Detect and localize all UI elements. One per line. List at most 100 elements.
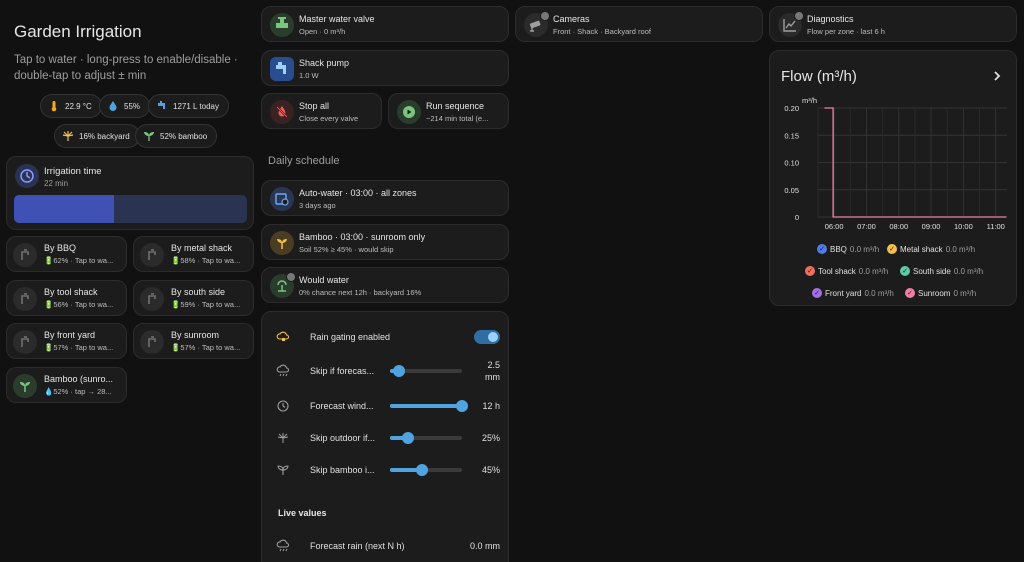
shack-pump-tile[interactable]: Shack pump 1.0 W [261,50,509,86]
irrigation-time-card[interactable]: Irrigation time 22 min [6,156,254,230]
chip-temperature[interactable]: 22.9 °C [40,94,102,118]
run-sequence-button[interactable]: Run sequence ~214 min total (e... [388,93,509,129]
y-tick-label: 0.10 [784,159,799,168]
zone-name: By tool shack [44,287,98,297]
valve-icon [270,13,294,37]
sprout-icon [277,465,289,475]
chip-humidity[interactable]: 55% [99,94,151,118]
zone-tile[interactable]: By tool shack 🔋56% · Tap to wa... [6,280,127,316]
x-tick-label: 11:00 [987,222,1005,231]
legend-item[interactable]: Sunroom0 m³/h [905,288,976,298]
tile-status: ~214 min total (e... [426,114,489,123]
zone-status: 🔋59% · Tap to wa... [171,300,241,309]
zone-name: By sunroom [171,330,220,340]
zone-tile[interactable]: Bamboo (sunro... 💧52% · tap → 28... [6,367,127,403]
stop-all-button[interactable]: Stop all Close every valve [261,93,382,129]
chevron-right-icon[interactable] [992,71,1002,81]
legend-item[interactable]: Front yard0.0 m³/h [812,288,894,298]
zone-tile[interactable]: By sunroom 🔋57% · Tap to wa... [133,323,254,359]
legend-item[interactable]: Tool shack0.0 m³/h [805,266,888,276]
page-subtitle: Tap to water · long-press to enable/disa… [14,54,238,82]
bamboo-schedule-tile[interactable]: Bamboo · 03:00 · sunroom only Soil 52% ≥… [261,224,509,260]
play-icon [397,100,421,124]
slider-thumb[interactable] [402,432,414,444]
rain-gating-toggle[interactable] [474,330,500,344]
zone-name: By BBQ [44,243,77,253]
rain-setting-value: 2.5 mm [485,360,500,382]
water-tap-icon [13,243,37,267]
legend-series-name: Sunroom [918,288,951,298]
x-tick-label: 10:00 [954,222,973,231]
live-value-row[interactable]: Forecast rain (next N h) 0.0 mm [276,537,500,555]
zone-status: 🔋56% · Tap to wa... [44,300,114,309]
rain-gating-label: Rain gating enabled [310,332,391,342]
irrigation-time-fill [14,195,115,223]
zone-tile[interactable]: By south side 🔋59% · Tap to wa... [133,280,254,316]
water-tap-icon [158,101,165,109]
rain-setting-label: Skip outdoor if... [310,433,376,443]
diagnostics-tile[interactable]: Diagnostics Flow per zone · last 6 h [769,6,1017,42]
master-water-valve-tile[interactable]: Master water valve Open · 0 m³/h [261,6,509,42]
zone-name: By metal shack [171,243,233,253]
tile-name: Would water [299,275,349,285]
pump-icon [270,57,294,81]
rain-setting-label: Forecast wind... [310,401,374,411]
chip-backyard-moisture[interactable]: 16% backyard [54,124,140,148]
rain-setting-slider[interactable] [390,365,462,377]
water-tap-icon [140,330,164,354]
rain-setting-value: 45% [481,465,500,475]
irrigation-time-slider[interactable] [14,195,247,223]
clock-icon [277,400,289,412]
zone-status: 🔋57% · Tap to wa... [44,343,114,352]
tile-name: Bamboo · 03:00 · sunroom only [299,232,426,242]
slider-thumb[interactable] [456,400,468,412]
water-tap-icon [140,243,164,267]
irrigation-time-label: Irrigation time [44,166,102,177]
would-water-tile[interactable]: Would water 0% chance next 12h · backyar… [261,267,509,303]
x-tick-label: 06:00 [825,222,844,231]
legend-series-name: Tool shack [818,266,856,276]
rain-gating-row[interactable]: Rain gating enabled [276,328,500,346]
zone-tile[interactable]: By front yard 🔋57% · Tap to wa... [6,323,127,359]
rain-setting-label: Skip bamboo i... [310,465,375,475]
chip-bamboo-moisture[interactable]: 52% bamboo [135,124,218,148]
y-tick-label: 0 [795,213,799,222]
rain-setting-row[interactable]: Skip if forecas... 2.5 mm [276,360,500,382]
zone-name: Bamboo (sunro... [44,374,114,384]
status-badge [794,11,804,21]
sprout-icon [270,231,294,255]
rain-setting-slider[interactable] [390,432,462,444]
tile-name: Diagnostics [807,14,854,24]
rain-setting-row[interactable]: Skip bamboo i... 45% [276,461,500,479]
tile-name: Shack pump [299,58,350,68]
legend-item[interactable]: Metal shack0.0 m³/h [887,244,975,254]
legend-series-value: 0.0 m³/h [858,266,889,276]
rain-setting-slider[interactable] [390,400,468,412]
zone-tile[interactable]: By BBQ 🔋62% · Tap to wa... [6,236,127,272]
x-tick-label: 07:00 [857,222,876,231]
rain-setting-slider[interactable] [390,464,462,476]
slider-thumb[interactable] [393,365,405,377]
legend-item[interactable]: South side0.0 m³/h [900,266,983,276]
legend-check-icon [905,288,915,298]
auto-water-schedule-tile[interactable]: Auto-water · 03:00 · all zones 3 days ag… [261,180,509,216]
legend-item[interactable]: BBQ0.0 m³/h [817,244,879,254]
rain-setting-value: 25% [481,433,500,443]
legend-series-value: 0 m³/h [953,288,977,298]
zone-status: 💧52% · tap → 28... [44,387,112,396]
tile-status: 0% chance next 12h · backyard 16% [299,288,422,297]
zone-tile[interactable]: By metal shack 🔋58% · Tap to wa... [133,236,254,272]
slider-thumb[interactable] [416,464,428,476]
legend-series-name: BBQ [830,244,847,254]
rain-setting-row[interactable]: Skip outdoor if... 25% [276,429,500,447]
rain-setting-row[interactable]: Forecast wind... 12 h [276,397,500,415]
tile-name: Cameras [553,14,590,24]
water-tap-icon [13,287,37,311]
legend-series-value: 0.0 m³/h [945,244,976,254]
y-axis-unit: m³/h [802,96,817,105]
cameras-tile[interactable]: Cameras Front · Shack · Backyard roof [515,6,763,42]
water-tap-icon [13,330,37,354]
tile-name: Run sequence [426,101,485,111]
chip-water-today[interactable]: 1271 L today [148,94,229,118]
water-off-icon [270,100,294,124]
